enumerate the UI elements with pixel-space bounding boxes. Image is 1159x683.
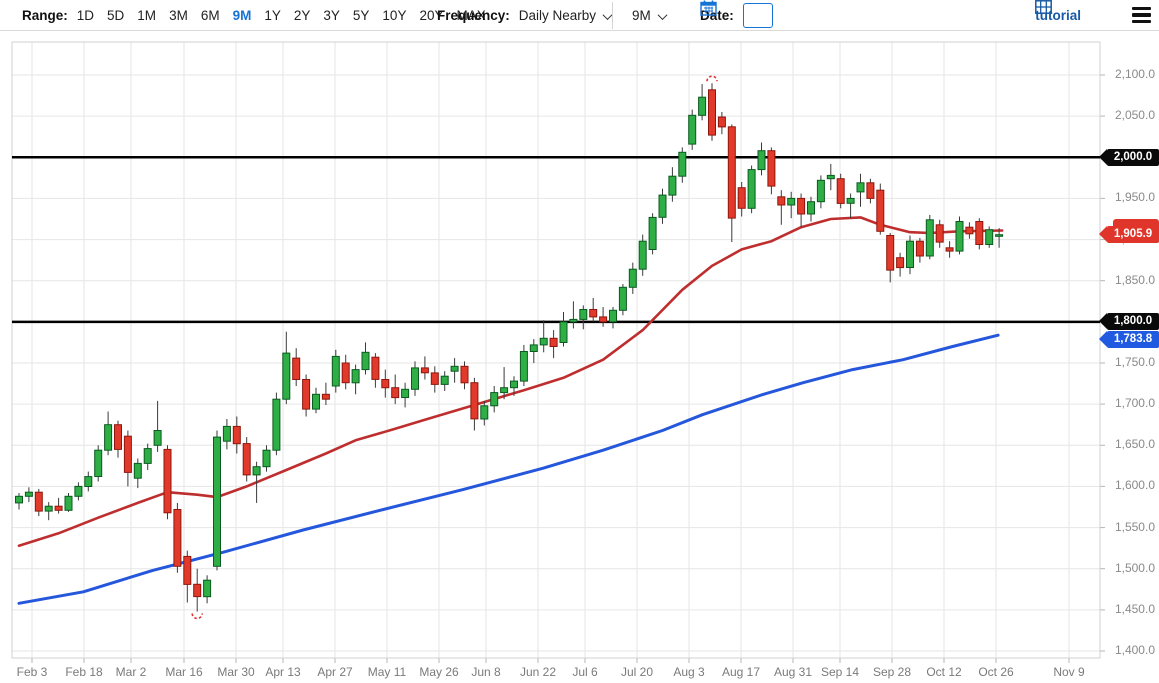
x-tick-label: Feb 3	[16, 665, 48, 679]
x-tick-label: Jul 6	[572, 665, 598, 679]
x-tick-label: Jun 22	[519, 665, 557, 679]
x-tick-label: Apr 13	[265, 665, 301, 679]
x-tick-label: Mar 16	[165, 665, 203, 679]
x-tick-label: Mar 30	[217, 665, 255, 679]
x-tick-label: Feb 18	[65, 665, 103, 679]
y-tick-label: 1,500.0	[1114, 560, 1155, 575]
y-tick-label: 2,100.0	[1114, 67, 1155, 81]
y-tick-label: 2,050.0	[1114, 108, 1155, 123]
x-tick-label: Oct 12	[926, 665, 962, 679]
slow-ma-price-tag: 1,783.8	[1099, 330, 1159, 348]
x-tick-label: Oct 26	[978, 665, 1014, 679]
y-tick-label: 1,400.0	[1114, 643, 1155, 657]
y-tick-label: 1,600.0	[1114, 478, 1155, 493]
x-tick-label: Aug 3	[673, 665, 705, 679]
y-tick-label: 1,750.0	[1114, 355, 1155, 369]
x-tick-label: Jun 8	[471, 665, 501, 679]
app-window: Range: 1D 5D 1M 3M 6M 9M 1Y 2Y 3Y 5Y 10Y 20Y MAX Fre…	[0, 0, 1159, 683]
x-tick-label: Aug 31	[773, 665, 813, 679]
x-tick-label: May 11	[367, 665, 407, 679]
y-tick-label: 1,450.0	[1114, 601, 1155, 616]
y-tick-label: 1,650.0	[1114, 437, 1155, 452]
x-tick-label: Jul 20	[620, 665, 654, 679]
y-tick-label: 1,850.0	[1114, 272, 1155, 287]
x-tick-label: Apr 27	[317, 665, 353, 679]
last-price-tag: 1,905.9	[1099, 226, 1159, 244]
x-tick-label: Sep 28	[872, 665, 912, 679]
hline-tag-1800: 1,800.0	[1099, 313, 1159, 331]
x-tick-label: May 26	[419, 665, 459, 679]
y-tick-label: 1,950.0	[1114, 190, 1155, 205]
price-chart: 2,100.02,050.02,000.01,950.01,900.01,850…	[0, 0, 1159, 683]
x-tick-label: Sep 14	[820, 665, 860, 679]
y-tick-label: 1,550.0	[1114, 519, 1155, 534]
x-tick-label: Nov 9	[1053, 665, 1085, 679]
y-tick-label: 1,700.0	[1114, 396, 1155, 411]
hline-tag-2000: 2,000.0	[1099, 148, 1159, 166]
x-tick-label: Aug 17	[721, 665, 761, 679]
x-tick-label: Mar 2	[115, 665, 147, 679]
